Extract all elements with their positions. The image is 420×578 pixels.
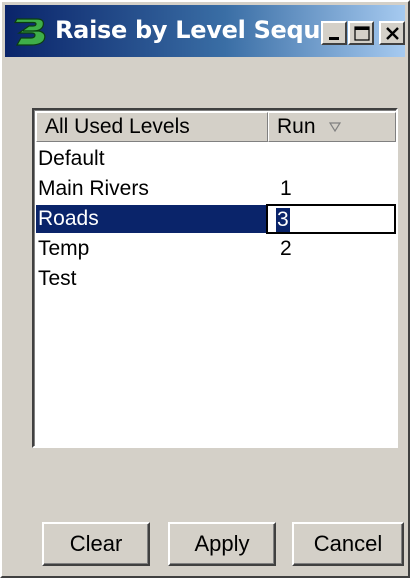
run-edit-value: 3	[276, 208, 290, 232]
run-edit-field[interactable]: 3	[266, 204, 396, 234]
dialog-window: Raise by Level Sequ... All Used Levels R…	[0, 0, 410, 578]
run-value: 1	[280, 177, 292, 200]
apply-button[interactable]: Apply	[168, 522, 276, 566]
run-value: 2	[280, 237, 292, 260]
column-header-label: All Used Levels	[45, 115, 190, 138]
levels-list[interactable]: All Used Levels Run Default Main Rivers …	[32, 108, 398, 448]
column-header-label: Run	[277, 115, 316, 138]
sort-triangle-icon	[329, 122, 342, 133]
list-item[interactable]: Default	[36, 144, 396, 174]
minimize-button[interactable]	[321, 21, 347, 45]
level-name: Main Rivers	[38, 177, 149, 200]
column-header-run[interactable]: Run	[268, 112, 396, 142]
title-bar[interactable]: Raise by Level Sequ...	[5, 5, 405, 57]
level-name: Roads	[38, 207, 99, 230]
maximize-icon	[354, 26, 370, 41]
list-item[interactable]: Temp 2	[36, 234, 396, 264]
list-item[interactable]: Main Rivers 1	[36, 174, 396, 204]
maximize-button[interactable]	[348, 21, 374, 45]
list-item[interactable]: Test	[36, 264, 396, 294]
close-icon	[386, 27, 399, 40]
close-button[interactable]	[379, 21, 405, 45]
level-name: Temp	[38, 237, 90, 260]
level-name: Test	[38, 267, 77, 290]
column-header-all-used-levels[interactable]: All Used Levels	[36, 112, 268, 142]
minimize-icon	[329, 37, 339, 40]
clear-button[interactable]: Clear	[42, 522, 150, 566]
cancel-button[interactable]: Cancel	[292, 522, 404, 566]
list-header: All Used Levels Run	[36, 112, 396, 142]
level-name: Default	[38, 147, 105, 170]
window-title: Raise by Level Sequ...	[55, 16, 347, 44]
bentley-b-icon	[13, 18, 46, 46]
list-rows: Default Main Rivers 1 Roads 3 Temp 2 Tes…	[36, 144, 396, 294]
list-item-selected[interactable]: Roads 3	[36, 204, 396, 234]
